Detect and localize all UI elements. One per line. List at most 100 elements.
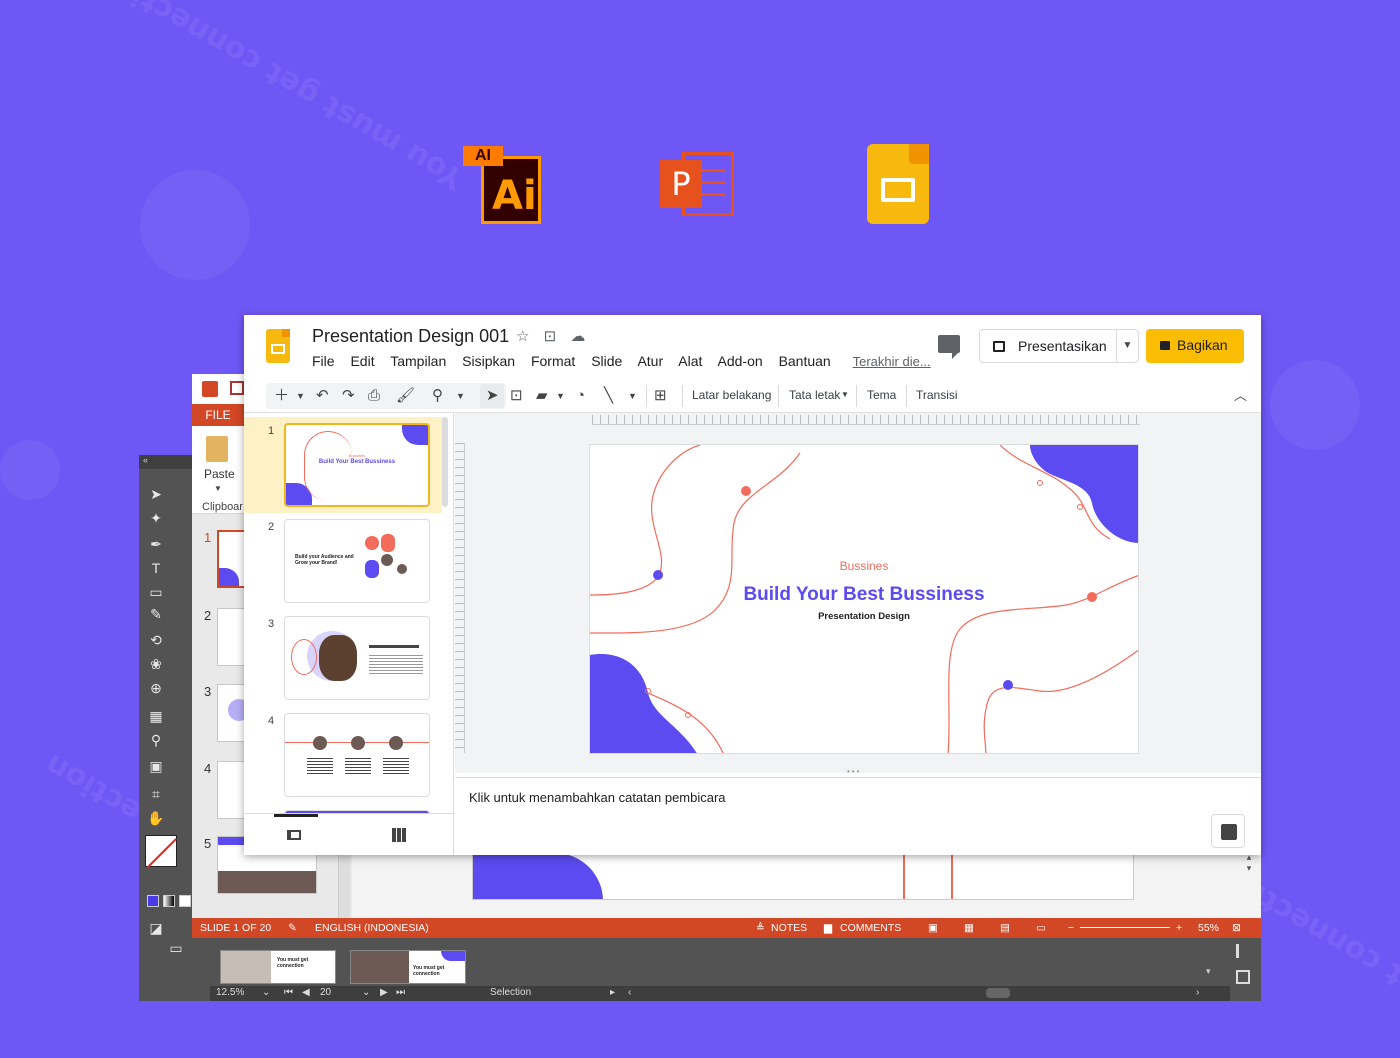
pathfinder-panel-icon[interactable] (1236, 970, 1250, 984)
color-mode-swatches[interactable] (147, 895, 191, 907)
reading-view-icon[interactable]: ▤ (1000, 922, 1010, 934)
comments-button[interactable]: COMMENTS (840, 922, 901, 934)
new-slide-icon[interactable]: ＋ (274, 385, 289, 407)
background-button[interactable]: Latar belakang (692, 388, 771, 402)
menu-format[interactable]: Format (531, 353, 575, 369)
vertical-ruler[interactable] (455, 443, 465, 753)
slide-sorter-icon[interactable]: ▦ (964, 922, 974, 934)
menu-help[interactable]: Bantuan (779, 353, 831, 369)
panel-scroll-arrows[interactable]: ▾ (1206, 966, 1211, 977)
filmstrip-view-icon[interactable] (287, 830, 301, 840)
shape-icon[interactable]: ◔ (576, 385, 585, 407)
filmstrip-item[interactable]: 4 (244, 707, 442, 803)
share-button[interactable]: Bagikan (1146, 329, 1244, 363)
eyedropper-icon[interactable]: ⚲ (147, 731, 165, 749)
magic-wand-icon[interactable]: ✦ (147, 509, 165, 527)
layout-dropdown-icon[interactable]: ▼ (841, 390, 849, 399)
paste-button[interactable]: Paste (204, 467, 235, 481)
menu-tools[interactable]: Alat (678, 353, 702, 369)
paste-icon[interactable] (206, 436, 228, 462)
artboard-zoom[interactable]: 12.5% (216, 987, 244, 998)
prev-artboard-icon[interactable]: ◀ (302, 987, 310, 998)
zoom-slider[interactable] (1080, 927, 1170, 928)
menu-addons[interactable]: Add-on (718, 353, 763, 369)
pencil-tool-icon[interactable]: ✎ (147, 605, 165, 623)
present-dropdown-icon[interactable]: ▼ (1116, 330, 1138, 362)
menu-view[interactable]: Tampilan (390, 353, 446, 369)
horizontal-ruler[interactable] (592, 415, 1140, 425)
zoom-in-icon[interactable]: + (1176, 922, 1182, 934)
current-slide[interactable]: Bussines Build Your Best Bussiness Prese… (589, 444, 1139, 754)
layout-button[interactable]: Tata letak (789, 388, 840, 402)
redo-icon[interactable]: ↷ (342, 385, 355, 407)
ppt-editor-scrollbar[interactable]: ▴ ▾ (1242, 852, 1256, 898)
slides-logo-icon[interactable] (266, 329, 290, 363)
mesh-tool-icon[interactable]: ▦ (147, 707, 165, 725)
type-tool-icon[interactable]: T (147, 559, 165, 577)
star-icon[interactable]: ☆ (516, 328, 529, 345)
fill-stroke-swatch[interactable] (145, 835, 177, 868)
shape-builder-icon[interactable]: ⊕ (147, 679, 165, 697)
fit-slide-icon[interactable]: ⊠ (1232, 922, 1241, 934)
ppt-file-tab[interactable]: FILE (192, 404, 244, 426)
theme-button[interactable]: Tema (867, 388, 896, 402)
symbol-sprayer-icon[interactable]: ▣ (147, 757, 165, 775)
warp-tool-icon[interactable]: ❀ (147, 655, 165, 673)
illustrator-panel-header[interactable]: « (139, 455, 199, 469)
filmstrip-thumbnail[interactable]: You must get connection (350, 950, 466, 984)
filmstrip-item[interactable]: 3 (244, 610, 442, 706)
artboard-tool-icon[interactable]: ⌗ (147, 785, 165, 803)
slideshow-icon[interactable]: ▭ (1036, 922, 1046, 934)
collapse-toolbar-icon[interactable]: ︿ (1234, 385, 1247, 407)
rotate-tool-icon[interactable]: ⟲ (147, 631, 165, 649)
menu-edit[interactable]: Edit (350, 353, 374, 369)
document-title[interactable]: Presentation Design 001 (312, 326, 509, 347)
last-edit-link[interactable]: Terakhir die... (853, 354, 931, 369)
first-artboard-icon[interactable]: ⏮ (284, 987, 293, 998)
paste-dropdown-icon[interactable]: ▼ (214, 484, 222, 493)
cloud-status-icon[interactable]: ☁ (570, 328, 585, 345)
menu-slide[interactable]: Slide (591, 353, 622, 369)
align-panel-icon[interactable] (1236, 944, 1250, 958)
paint-format-icon[interactable]: 🖌 (396, 385, 415, 407)
zoom-dropdown-icon[interactable]: ⌄ (262, 987, 270, 998)
filmstrip-item[interactable]: 1 Bussines Build Your Best Bussiness (244, 417, 442, 513)
zoom-dropdown-icon[interactable]: ▼ (456, 385, 465, 407)
screen-mode-icon[interactable]: ◪ (147, 919, 165, 937)
notes-button[interactable]: NOTES (771, 922, 807, 934)
transition-button[interactable]: Transisi (916, 388, 958, 402)
select-cursor-icon[interactable]: ➤ (486, 385, 499, 407)
filmstrip-scrollbar[interactable] (442, 417, 448, 507)
text-box-icon[interactable]: ⊡ (510, 385, 523, 407)
print-icon[interactable]: ⎙ (368, 385, 380, 407)
selection-tool-icon[interactable]: ➤ (147, 485, 165, 503)
horizontal-scrollbar-thumb[interactable] (986, 988, 1010, 998)
change-screen-icon[interactable]: ▭ (167, 939, 185, 957)
comments-icon[interactable] (938, 335, 960, 359)
next-artboard-icon[interactable]: ▶ (380, 987, 388, 998)
menu-insert[interactable]: Sisipkan (462, 353, 515, 369)
language-label[interactable]: ENGLISH (INDONESIA) (315, 922, 429, 934)
grid-view-icon[interactable] (392, 828, 406, 842)
image-icon[interactable]: ▰ (536, 385, 548, 407)
spellcheck-icon[interactable]: ✎ (288, 922, 297, 934)
artboard-number[interactable]: 20 (320, 987, 331, 998)
horizontal-scroll-left[interactable]: ‹ (628, 987, 631, 998)
new-slide-dropdown-icon[interactable]: ▼ (296, 385, 305, 407)
undo-icon[interactable]: ↶ (316, 385, 329, 407)
add-comment-icon[interactable]: ⊞ (654, 385, 667, 407)
move-folder-icon[interactable]: ⊡ (544, 328, 557, 345)
filmstrip-thumbnail[interactable]: You must get connection (220, 950, 336, 984)
explore-button[interactable] (1211, 814, 1245, 848)
present-button[interactable]: Presentasikan ▼ (979, 329, 1139, 363)
artboard-dropdown-icon[interactable]: ⌄ (362, 987, 370, 998)
rectangle-tool-icon[interactable]: ▭ (147, 583, 165, 601)
save-icon[interactable] (230, 381, 244, 395)
pen-tool-icon[interactable]: ✒ (147, 535, 165, 553)
status-menu-icon[interactable]: ▸ (610, 987, 615, 998)
speaker-notes-input[interactable]: Klik untuk menambahkan catatan pembicara (469, 790, 726, 805)
zoom-icon[interactable]: ⚲ (432, 385, 443, 407)
comments-icon[interactable]: ▆ (824, 922, 832, 934)
last-artboard-icon[interactable]: ⏭ (396, 987, 405, 998)
menu-file[interactable]: File (312, 353, 335, 369)
